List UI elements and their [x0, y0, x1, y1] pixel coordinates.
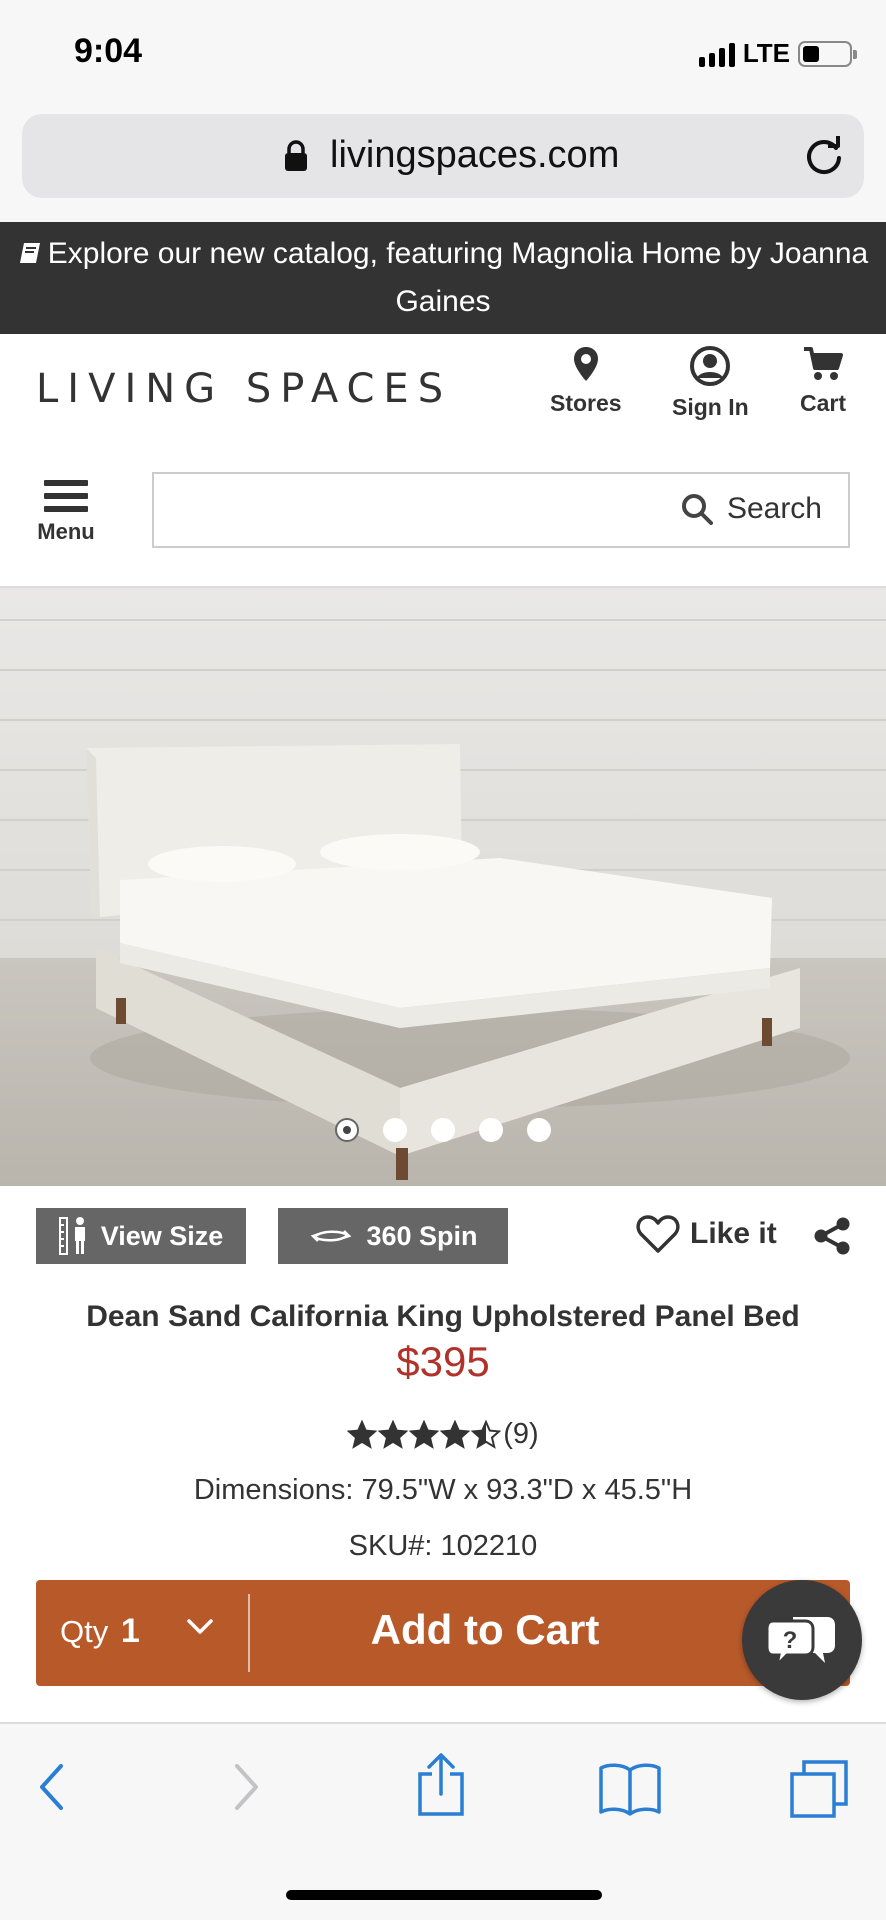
chat-button[interactable]: ?: [742, 1580, 862, 1700]
back-icon[interactable]: [36, 1762, 66, 1812]
product-price: $395: [396, 1338, 490, 1385]
carousel-dot[interactable]: [383, 1118, 407, 1142]
product-actions: View Size 360 Spin Like it: [0, 1186, 886, 1296]
status-bar: 9:04 LTE: [0, 0, 886, 110]
chat-bubbles-icon: ?: [765, 1617, 835, 1669]
add-to-cart-bar: Qty 1 Add to Cart: [36, 1580, 850, 1686]
qty-value: 1: [120, 1612, 140, 1650]
carousel-dots: [0, 1118, 886, 1142]
product-image: [0, 588, 886, 1186]
site-header: LIVING SPACES Stores Sign In Cart: [0, 334, 886, 446]
carousel-dot[interactable]: [431, 1118, 455, 1142]
url-bar[interactable]: livingspaces.com: [22, 114, 864, 198]
sign-in-button[interactable]: Sign In: [672, 346, 749, 421]
status-time: 9:04: [74, 32, 143, 70]
site-logo[interactable]: LIVING SPACES: [36, 366, 452, 412]
sign-in-label: Sign In: [672, 394, 749, 420]
search-icon: [681, 494, 713, 525]
stores-button[interactable]: Stores: [550, 346, 622, 417]
share-icon[interactable]: [812, 1216, 852, 1256]
share-sheet-icon[interactable]: [414, 1752, 468, 1818]
rotate-360-icon: [311, 1230, 352, 1242]
view-size-button[interactable]: View Size: [36, 1208, 246, 1264]
search-button[interactable]: Search: [681, 492, 822, 526]
network-label: LTE: [742, 38, 790, 68]
star-icon: [378, 1419, 409, 1449]
star-icon: [409, 1419, 440, 1449]
hamburger-icon: [44, 480, 88, 519]
signal-icon: [698, 41, 735, 67]
menu-button[interactable]: Menu: [34, 480, 98, 545]
add-to-cart-button[interactable]: Add to Cart: [250, 1606, 720, 1654]
cart-label: Cart: [800, 390, 847, 416]
spin-360-button[interactable]: 360 Spin: [278, 1208, 508, 1264]
carousel-dot-active[interactable]: [335, 1118, 359, 1142]
product-title: Dean Sand California King Upholstered Pa…: [86, 1300, 800, 1333]
product-sku: SKU#: 102210: [348, 1530, 538, 1562]
rating-stars: [347, 1419, 502, 1450]
user-account-icon: [690, 346, 731, 386]
search-row: Menu Search: [0, 446, 886, 588]
heart-icon: [636, 1215, 680, 1253]
home-indicator: [286, 1890, 602, 1900]
star-icon: [471, 1419, 502, 1449]
search-label: Search: [726, 492, 822, 525]
carousel-dot[interactable]: [479, 1118, 503, 1142]
chevron-down-icon[interactable]: [186, 1618, 214, 1636]
promo-banner[interactable]: Explore our new catalog, featuring Magno…: [0, 222, 886, 334]
cart-button[interactable]: Cart: [800, 346, 846, 417]
reload-icon[interactable]: [802, 134, 846, 178]
menu-label: Menu: [37, 519, 95, 544]
battery-icon: [798, 40, 857, 67]
cart-icon: [804, 347, 843, 380]
star-icon: [440, 1419, 471, 1449]
ruler-person-icon: [58, 1217, 85, 1255]
banner-text: Explore our new catalog, featuring Magno…: [47, 237, 869, 318]
like-label: Like it: [690, 1217, 777, 1250]
like-button[interactable]: Like it: [636, 1214, 777, 1254]
carousel-dot[interactable]: [527, 1118, 551, 1142]
product-image-carousel[interactable]: [0, 588, 886, 1186]
star-icon: [347, 1419, 378, 1449]
catalog-book-icon: [19, 243, 40, 263]
quantity-select[interactable]: Qty 1: [60, 1612, 140, 1651]
product-dimensions: Dimensions: 79.5"W x 93.3"D x 45.5"H: [193, 1474, 693, 1506]
review-count[interactable]: (9): [503, 1418, 538, 1451]
bookmarks-icon[interactable]: [598, 1762, 662, 1816]
browser-toolbar: [0, 1722, 886, 1920]
status-indicators: LTE: [698, 38, 857, 69]
search-input[interactable]: Search: [152, 472, 850, 548]
product-rating[interactable]: (9): [0, 1418, 886, 1451]
browser-url-area: livingspaces.com: [0, 110, 886, 222]
tabs-icon[interactable]: [788, 1758, 850, 1820]
lock-icon: [285, 140, 307, 171]
qty-label: Qty: [60, 1614, 109, 1649]
stores-label: Stores: [550, 390, 622, 416]
location-pin-icon: [573, 347, 598, 381]
view-size-label: View Size: [100, 1220, 224, 1251]
svg-text:?: ?: [783, 1627, 798, 1654]
spin-label: 360 Spin: [366, 1220, 478, 1251]
url-text: livingspaces.com: [330, 134, 620, 176]
forward-icon[interactable]: [232, 1762, 262, 1812]
